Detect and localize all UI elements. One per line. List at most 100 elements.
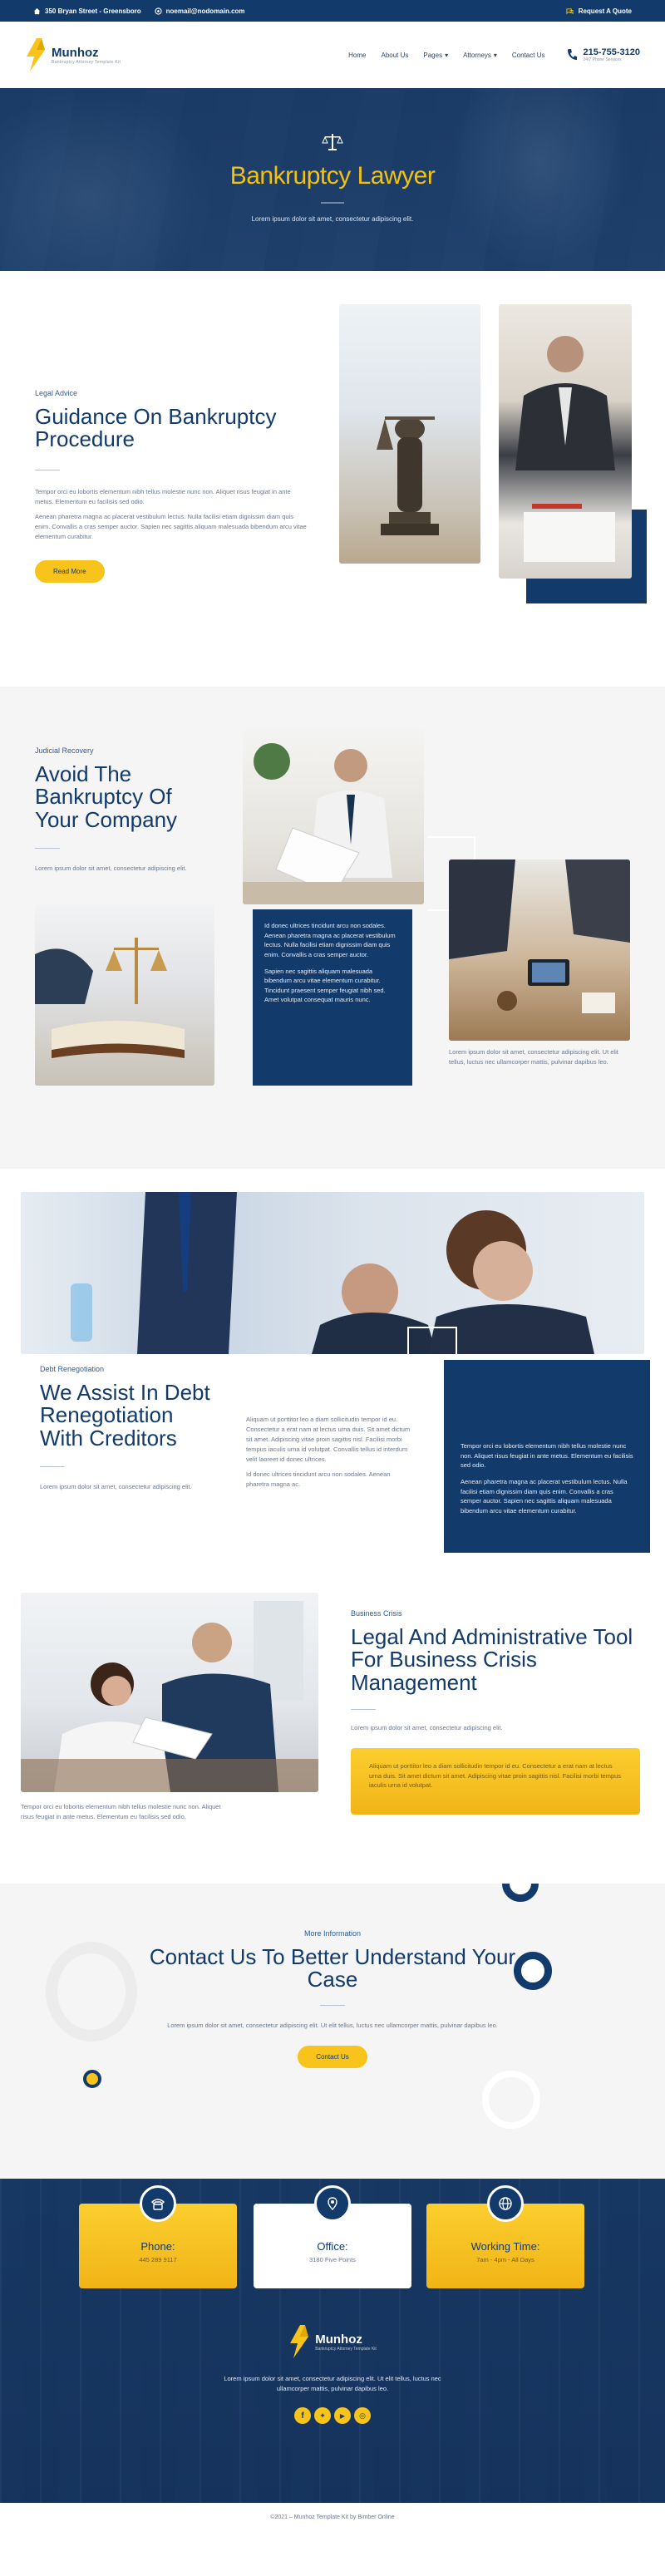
contact-title-line: Case [307, 1967, 358, 1992]
crisis-title: Legal And Administrative Tool For Busine… [351, 1624, 650, 1694]
working-card-value: 7am - 4pm - All Days [476, 2256, 534, 2263]
office-card-value: 3180 Five Points [309, 2256, 356, 2263]
recovery-card-para: Id donec ultrices tincidunt arcu non sod… [264, 922, 396, 958]
phone-icon [568, 49, 578, 60]
office-card-label: Office: [317, 2240, 348, 2253]
twitter-icon[interactable]: ✦ [314, 2407, 331, 2424]
request-quote-link[interactable]: Request A Quote [566, 7, 632, 15]
footer-text: Lorem ipsum dolor sit amet, consectetur … [224, 2375, 441, 2392]
recovery-title: Avoid The Bankruptcy Of Your Company [35, 761, 226, 832]
working-card-label: Working Time: [470, 2240, 540, 2253]
debt-title-line: Renegotiation [40, 1402, 174, 1428]
header-phone[interactable]: 215-755-3120 24/7 Phone Services [566, 47, 640, 62]
working-time-card: Working Time: 7am - 4pm - All Days [426, 2185, 584, 2288]
contact-title-line: Contact Us To Better Understand Your [149, 1944, 516, 1969]
debt-card-para: Aenean pharetra magna ac placerat vestib… [461, 1477, 628, 1515]
debt-mid-para: Id donec ultrices tincidunt arcu non sod… [246, 1470, 391, 1488]
debt-section: Debt Renegotiation We Assist In Debt Ren… [0, 1169, 665, 1568]
address-item: 350 Bryan Street - Greensboro [33, 7, 141, 15]
office-card: Office: 3180 Five Points [254, 2185, 411, 2288]
hero-divider [321, 202, 344, 204]
guidance-para: Aenean pharetra magna ac placerat vestib… [35, 512, 307, 540]
contact-divider [320, 2004, 345, 2006]
logo-brand: Munhoz [52, 45, 99, 60]
info-footer-section: Phone: 445 289 9117 Office: 3180 Five Po… [0, 2179, 665, 2503]
nav-pages-label: Pages [423, 51, 443, 59]
footer-tagline: Bankruptcy Attorney Template Kit [315, 2346, 377, 2352]
debt-title: We Assist In Debt Renegotiation With Cre… [40, 1380, 214, 1451]
decorative-ring [83, 2070, 101, 2088]
crisis-title-line: For Business Crisis [351, 1647, 537, 1672]
decorative-ring [502, 1884, 539, 1902]
email-icon [154, 7, 162, 15]
nav-home[interactable]: Home [348, 52, 366, 59]
phone-sub: 24/7 Phone Services [583, 57, 622, 62]
footer-logo[interactable]: Munhoz Bankruptcy Attorney Template Kit [288, 2325, 377, 2358]
crisis-section: Tempor orci eu lobortis elementum nibh t… [0, 1568, 665, 1884]
youtube-icon[interactable]: ▶ [334, 2407, 351, 2424]
nav-contact[interactable]: Contact Us [512, 52, 545, 59]
meeting-table-photo [449, 859, 630, 1041]
instagram-icon[interactable]: ◎ [354, 2407, 371, 2424]
phone-card-value: 445 289 9117 [139, 2256, 177, 2263]
footer-brand: Munhoz [315, 2332, 362, 2347]
crisis-lead: Lorem ipsum dolor sit amet, consectetur … [351, 1723, 503, 1731]
logo[interactable]: Munhoz Bankruptcy Attorney Template Kit [25, 38, 121, 71]
nav-about[interactable]: About Us [381, 52, 408, 59]
guidance-para: Tempor orci eu lobortis elementum nibh t… [35, 487, 291, 505]
contact-title: Contact Us To Better Understand Your Cas… [0, 1944, 665, 1992]
recovery-caption: Lorem ipsum dolor sit amet, consectetur … [449, 1048, 618, 1066]
hero-title: Bankruptcy Lawyer [229, 162, 436, 190]
recovery-section: Judicial Recovery Avoid The Bankruptcy O… [0, 687, 665, 1169]
recovery-card-para: Sapien nec sagittis aliquam malesuada bi… [264, 967, 386, 1004]
debt-title-line: With Creditors [40, 1425, 177, 1451]
scales-book-illustration [35, 938, 185, 1058]
recovery-lead: Lorem ipsum dolor sit amet, consectetur … [35, 864, 187, 872]
contact-text: Lorem ipsum dolor sit amet, consectetur … [167, 2021, 498, 2029]
nav-pages[interactable]: Pages ▾ [423, 52, 448, 59]
facebook-icon[interactable]: f [294, 2407, 311, 2424]
debt-card-para: Tempor orci eu lobortis elementum nibh t… [461, 1442, 633, 1470]
lawyer-figure [515, 336, 615, 562]
phone-number: 215-755-3120 [583, 47, 640, 57]
phone-card-icon-wrap [140, 2185, 176, 2222]
signing-figures [21, 1601, 318, 1792]
nav-attorneys[interactable]: Attorneys ▾ [463, 52, 497, 59]
home-icon [33, 7, 41, 14]
contact-eyebrow: More Information [303, 1929, 362, 1938]
logo-bolt-icon [27, 38, 45, 71]
telephone-icon [150, 2199, 165, 2210]
map-pin-icon [328, 2197, 337, 2210]
crisis-divider [351, 1708, 376, 1710]
email-text[interactable]: noemail@nodomain.com [166, 7, 245, 15]
recovery-title-line: Avoid The [35, 761, 132, 786]
site-header: Munhoz Bankruptcy Attorney Template Kit … [0, 22, 665, 88]
businessman-figure [243, 743, 424, 904]
contact-us-button[interactable]: Contact Us [298, 2045, 367, 2068]
guidance-title: Guidance On Bankruptcy Procedure [35, 405, 309, 452]
working-card-icon-wrap [487, 2185, 524, 2222]
site-footer: ©2021 – Munhoz Template Kit by Bimber On… [0, 2503, 665, 2576]
main-nav: Home About Us Pages ▾ Attorneys ▾ Contact … [121, 52, 544, 59]
read-more-button[interactable]: Read More [35, 559, 105, 583]
debt-title-line: We Assist In Debt [40, 1380, 210, 1405]
social-links: f ✦ ▶ ◎ [0, 2407, 665, 2424]
crisis-highlight-box: Aliquam ut porttitor leo a diam sollicit… [351, 1747, 640, 1815]
crisis-eyebrow: Business Crisis [351, 1609, 402, 1618]
address-text: 350 Bryan Street - Greensboro [45, 7, 141, 15]
email-item[interactable]: noemail@nodomain.com [154, 7, 245, 15]
request-quote-label[interactable]: Request A Quote [579, 7, 632, 15]
recovery-title-line: Your Company [35, 806, 178, 832]
decorative-ring [482, 2071, 540, 2129]
debt-eyebrow: Debt Renegotiation [40, 1365, 105, 1373]
crisis-title-line: Legal And Administrative Tool [351, 1624, 633, 1649]
logo-bolt-icon [290, 2325, 309, 2358]
businessman-reading-photo [243, 728, 424, 904]
recovery-title-line: Bankruptcy Of [35, 784, 172, 810]
scales-of-justice-icon [322, 134, 343, 150]
lady-justice-photo [339, 304, 480, 564]
guidance-title-line: Procedure [35, 426, 135, 452]
contact-section: More Information Contact Us To Better Un… [0, 1884, 665, 2179]
guidance-section: Legal Advice Guidance On Bankruptcy Proc… [0, 271, 665, 687]
chevron-down-icon: ▾ [493, 51, 497, 59]
